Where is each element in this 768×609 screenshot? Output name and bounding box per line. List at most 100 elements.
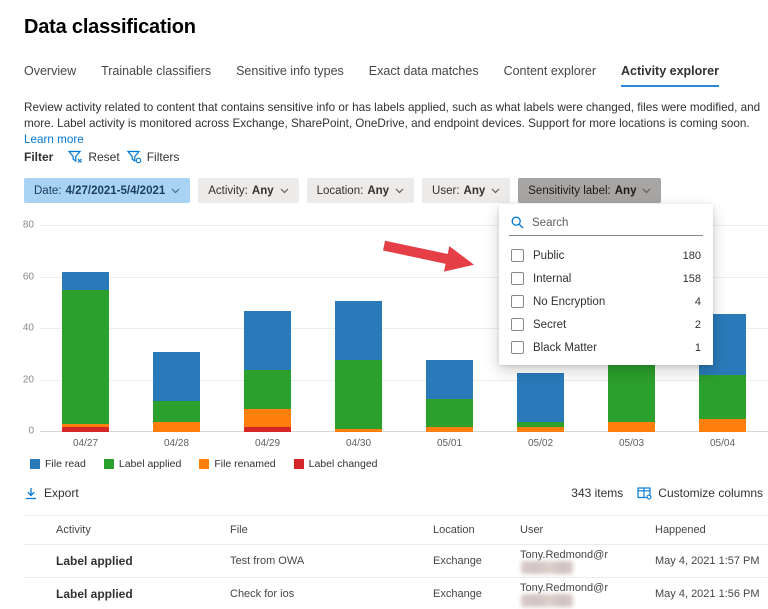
pill-user[interactable]: User: Any: [422, 178, 511, 203]
learn-more-link[interactable]: Learn more: [24, 133, 84, 146]
pill-sensitivity-label[interactable]: Sensitivity label: Any: [518, 178, 662, 203]
checkbox[interactable]: [511, 318, 524, 331]
stacked-bar[interactable]: [335, 300, 382, 432]
segment-file-read[interactable]: [62, 272, 109, 291]
cell-activity: Label applied: [56, 554, 133, 568]
option-count: 4: [694, 295, 701, 308]
column-header-location[interactable]: Location: [433, 524, 520, 536]
segment-label-applied[interactable]: [153, 401, 200, 422]
reset-filters-button[interactable]: Reset: [68, 150, 120, 164]
segment-file-read[interactable]: [153, 352, 200, 402]
cell-happened: May 4, 2021 1:56 PM: [655, 588, 760, 600]
segment-file-renamed[interactable]: [517, 426, 564, 432]
x-axis-label: 05/02: [527, 438, 554, 449]
checkbox[interactable]: [511, 272, 524, 285]
column-header-happened[interactable]: Happened: [655, 524, 768, 536]
cell-user: Tony.Redmond@r: [520, 582, 655, 607]
stacked-bar[interactable]: [62, 272, 109, 432]
activity-table: Activity File Location User Happened Label a…: [24, 515, 768, 609]
segment-file-read[interactable]: [517, 372, 564, 422]
segment-label-applied[interactable]: [62, 290, 109, 425]
y-axis-tick: 0: [28, 425, 34, 437]
pill-label: Location:: [316, 184, 364, 197]
column-header-activity[interactable]: Activity: [56, 524, 230, 536]
option-count: 1: [694, 341, 701, 354]
sensitivity-label-dropdown: Public 180 Internal 158 No Encryption 4 Secret…: [499, 204, 713, 365]
cell-user: Tony.Redmond@r: [520, 549, 655, 574]
customize-columns-button[interactable]: Customize columns: [637, 486, 763, 500]
dropdown-search-box[interactable]: [509, 212, 703, 236]
segment-file-read[interactable]: [244, 311, 291, 371]
stacked-bar[interactable]: [244, 311, 291, 432]
y-axis-tick: 20: [22, 374, 34, 385]
table-row[interactable]: Label applied Check for ios Exchange Tony.R…: [24, 578, 768, 609]
column-options-icon: [637, 487, 652, 500]
legend-swatch: [103, 459, 114, 469]
segment-label-applied[interactable]: [608, 359, 655, 422]
pill-value: Any: [367, 184, 390, 197]
tab-activity-explorer[interactable]: Activity explorer: [621, 64, 719, 87]
segment-label-applied[interactable]: [244, 370, 291, 409]
table-header-row: Activity File Location User Happened: [24, 515, 768, 545]
pill-activity[interactable]: Activity: Any: [198, 178, 299, 203]
pill-location[interactable]: Location: Any: [306, 178, 415, 203]
chart-legend: File read Label applied File renamed Label …: [30, 458, 378, 470]
segment-file-read[interactable]: [426, 359, 473, 399]
filter-toolbar: Filter Reset Filters: [24, 150, 179, 164]
cell-location: Exchange: [433, 588, 482, 600]
segment-file-read[interactable]: [335, 300, 382, 360]
pill-date[interactable]: Date: 4/27/2021-5/4/2021: [24, 178, 191, 203]
page-title: Data classification: [24, 16, 196, 38]
option-secret[interactable]: Secret 2: [499, 313, 713, 336]
tab-exact-data-matches[interactable]: Exact data matches: [369, 64, 479, 87]
segment-file-renamed[interactable]: [608, 421, 655, 432]
legend-item-label-changed: Label changed: [293, 458, 378, 470]
chevron-down-icon: [171, 188, 180, 193]
tab-content-explorer[interactable]: Content explorer: [504, 64, 596, 87]
option-black-matter[interactable]: Black Matter 1: [499, 336, 713, 359]
x-axis-label: 04/30: [345, 438, 372, 449]
segment-file-renamed[interactable]: [699, 419, 746, 432]
segment-file-renamed[interactable]: [153, 421, 200, 432]
cell-file: Test from OWA: [230, 555, 305, 567]
filters-button[interactable]: Filters: [126, 150, 180, 164]
cell-file: Check for ios: [230, 588, 295, 600]
segment-file-renamed[interactable]: [335, 429, 382, 432]
stacked-bar[interactable]: [426, 359, 473, 432]
segment-label-applied[interactable]: [699, 375, 746, 420]
redacted-text: [521, 560, 573, 574]
checkbox[interactable]: [511, 295, 524, 308]
filters-label: Filters: [146, 150, 180, 164]
filter-icon: [126, 150, 141, 164]
tab-overview[interactable]: Overview: [24, 64, 76, 87]
column-header-user[interactable]: User: [520, 524, 655, 536]
stacked-bar[interactable]: [517, 372, 564, 432]
segment-label-changed[interactable]: [244, 426, 291, 432]
tab-trainable-classifiers[interactable]: Trainable classifiers: [101, 64, 211, 87]
option-internal[interactable]: Internal 158: [499, 267, 713, 290]
segment-label-applied[interactable]: [335, 359, 382, 430]
table-row[interactable]: Label applied Test from OWA Exchange Tony.R…: [24, 545, 768, 578]
legend-label: Label changed: [308, 458, 378, 470]
checkbox[interactable]: [511, 341, 524, 354]
stacked-bar[interactable]: [153, 352, 200, 432]
bar-column-04/29: [222, 226, 313, 432]
search-input[interactable]: [532, 216, 672, 229]
pill-value: Any: [463, 184, 486, 197]
segment-label-applied[interactable]: [426, 398, 473, 427]
checkbox[interactable]: [511, 249, 524, 262]
segment-label-changed[interactable]: [62, 426, 109, 432]
segment-file-renamed[interactable]: [244, 408, 291, 427]
legend-item-label-applied: Label applied: [103, 458, 181, 470]
segment-file-renamed[interactable]: [426, 426, 473, 432]
y-axis-tick: 60: [22, 271, 34, 282]
export-button[interactable]: Export: [24, 486, 79, 500]
chevron-down-icon: [395, 188, 404, 193]
column-header-file[interactable]: File: [230, 524, 433, 536]
option-no-encryption[interactable]: No Encryption 4: [499, 290, 713, 313]
option-public[interactable]: Public 180: [499, 244, 713, 267]
tab-sensitive-info-types[interactable]: Sensitive info types: [236, 64, 344, 87]
option-label: Public: [533, 249, 565, 262]
option-label: Black Matter: [533, 341, 597, 354]
option-count: 2: [694, 318, 701, 331]
